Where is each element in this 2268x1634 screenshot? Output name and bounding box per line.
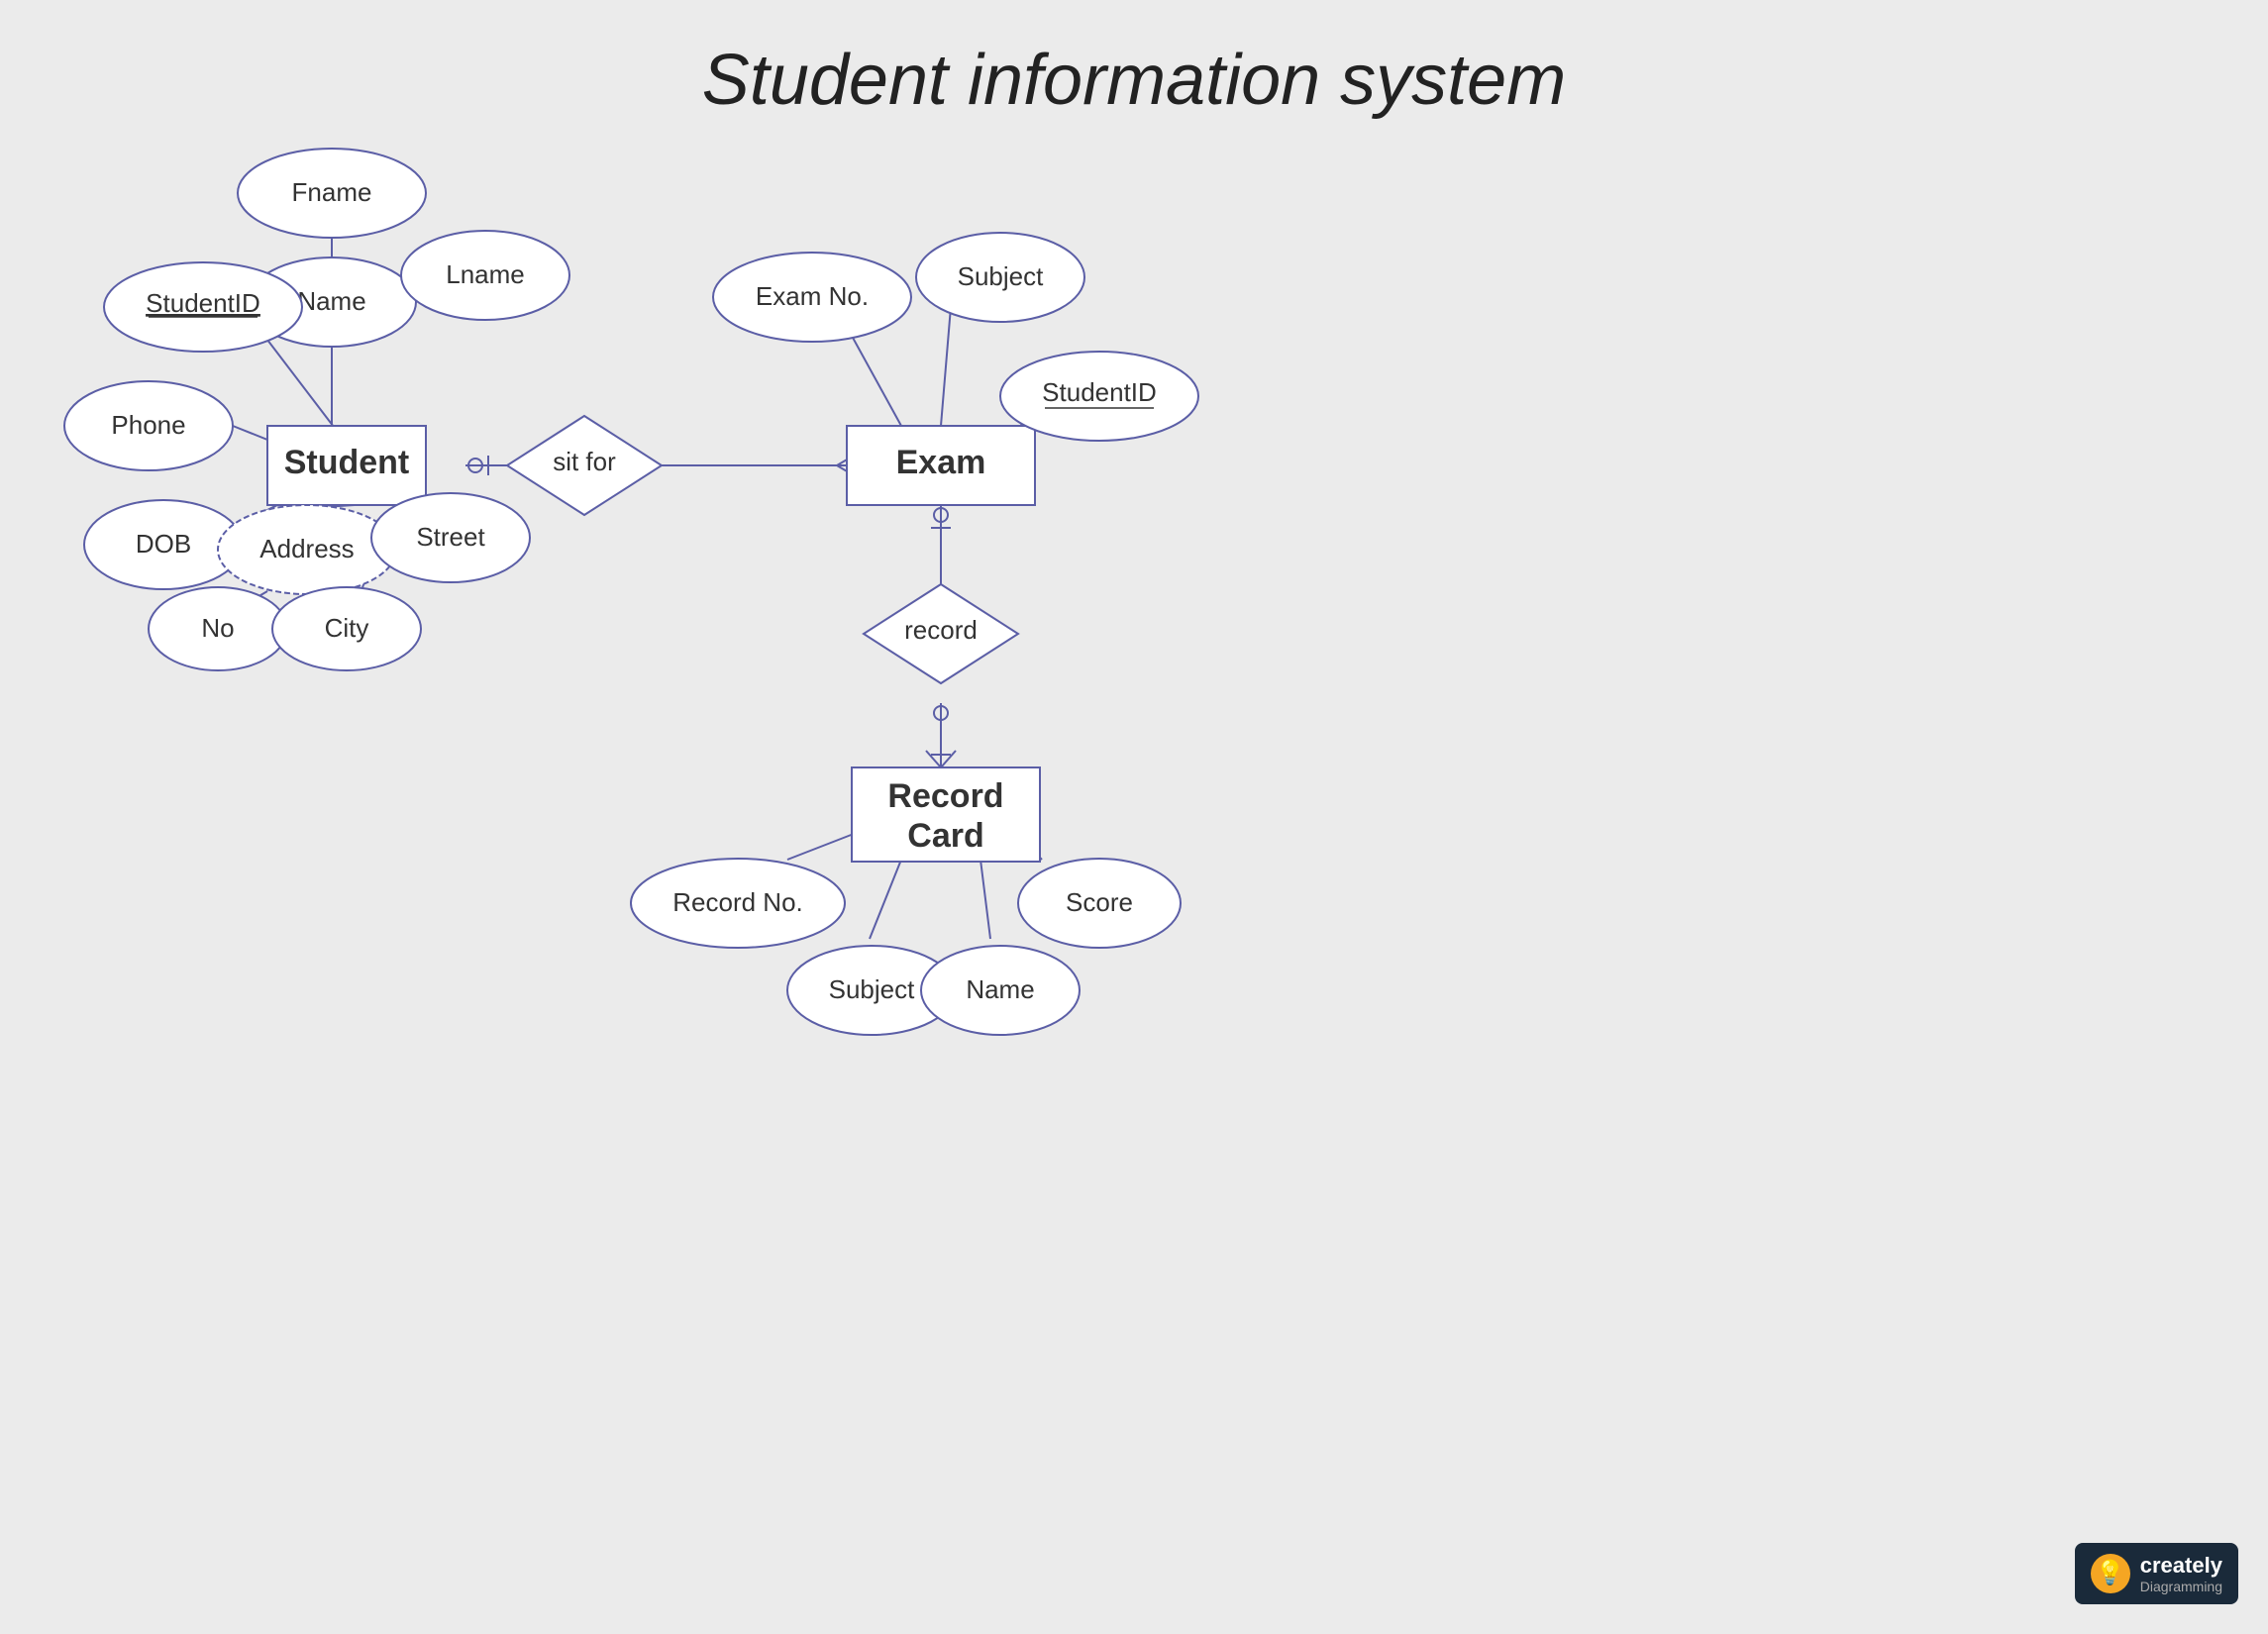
svg-text:Student: Student (284, 444, 410, 481)
svg-text:Phone: Phone (111, 410, 185, 440)
svg-text:DOB: DOB (136, 529, 191, 559)
svg-text:Exam No.: Exam No. (756, 281, 869, 311)
svg-text:Record: Record (887, 777, 1003, 815)
svg-text:Street: Street (416, 522, 485, 552)
logo-icon: 💡 (2091, 1554, 2130, 1593)
svg-text:Fname: Fname (292, 177, 372, 207)
svg-text:Card: Card (907, 817, 983, 855)
creately-logo: 💡 creately Diagramming (2075, 1543, 2238, 1604)
svg-text:record: record (904, 615, 978, 645)
svg-text:Address: Address (259, 534, 354, 563)
logo-name: creately (2140, 1553, 2222, 1579)
er-diagram: sit for record Student Exam Record Card … (0, 0, 2268, 1634)
svg-text:Subject: Subject (958, 261, 1044, 291)
svg-text:StudentID: StudentID (1042, 377, 1157, 407)
logo-subtitle: Diagramming (2140, 1579, 2222, 1594)
svg-text:StudentID: StudentID (146, 288, 260, 318)
svg-text:sit for: sit for (553, 447, 616, 476)
svg-text:Name: Name (297, 286, 365, 316)
svg-text:Subject: Subject (829, 974, 915, 1004)
svg-text:No: No (201, 613, 234, 643)
svg-text:Score: Score (1066, 887, 1133, 917)
svg-text:Exam: Exam (896, 444, 986, 481)
svg-text:Record No.: Record No. (672, 887, 803, 917)
svg-text:City: City (325, 613, 369, 643)
svg-text:Name: Name (966, 974, 1034, 1004)
svg-text:Lname: Lname (446, 259, 525, 289)
